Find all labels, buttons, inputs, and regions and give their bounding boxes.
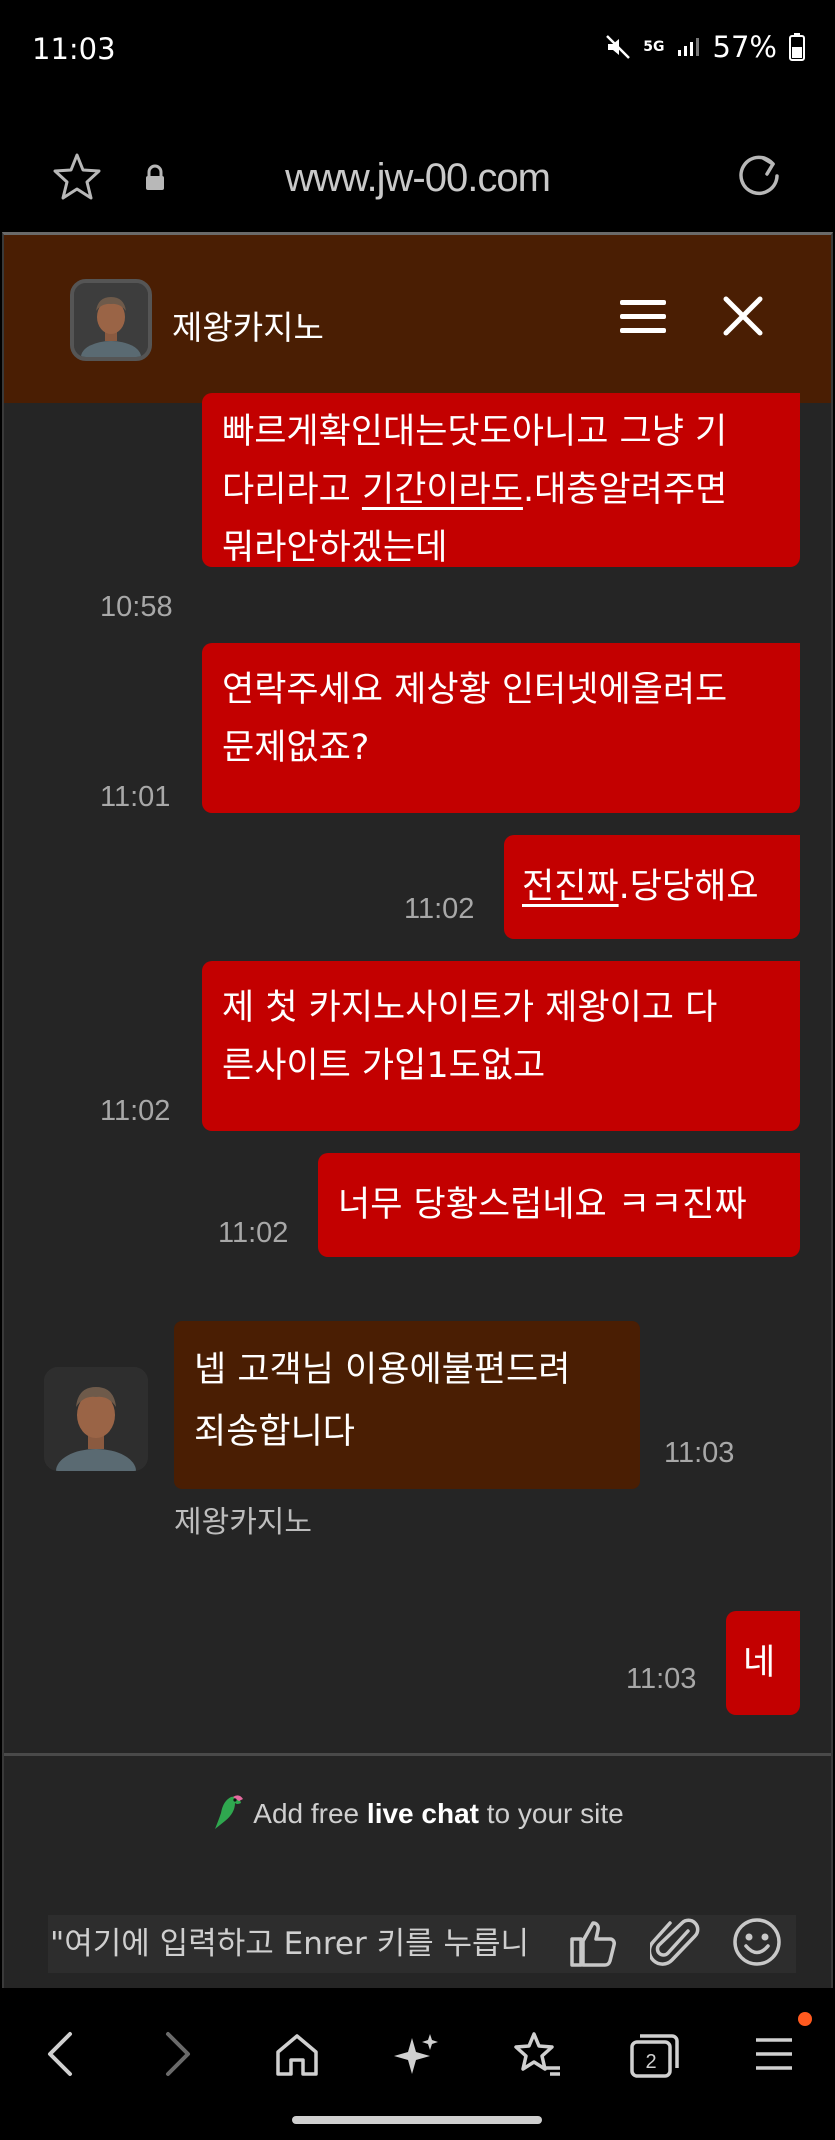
message-line: 연락주세요 제상황 인터넷에올려도 <box>222 670 728 710</box>
message-line: 문제없죠? <box>222 728 370 768</box>
notification-dot <box>798 2012 812 2026</box>
message-line: 넵 고객님 이용에불편드려 <box>194 1350 571 1390</box>
message-timestamp: 11:03 <box>626 1663 697 1695</box>
message-line: 제 첫 카지노사이트가 제왕이고 다 <box>222 988 718 1028</box>
browser-url-bar: www.jw-00.com <box>0 100 835 232</box>
message-bubble-outgoing: 연락주세요 제상황 인터넷에올려도 문제없죠? <box>202 643 800 813</box>
agent-avatar <box>44 1367 148 1471</box>
message-underlined-text: 전진짜 <box>522 867 619 907</box>
reload-icon[interactable] <box>735 152 783 204</box>
message-bubble-outgoing: 빠르게확인대는닷도아니고 그냥 기 다리라고 기간이라도.대충알려주면 뭐라안하… <box>202 393 800 568</box>
network-label: 5G <box>643 39 665 55</box>
message-timestamp: 11:01 <box>100 781 171 813</box>
avatar <box>70 279 152 361</box>
url-text[interactable]: www.jw-00.com <box>0 156 835 201</box>
mute-icon <box>605 34 631 60</box>
message-input[interactable] <box>48 1915 558 1973</box>
tabs-icon[interactable]: 2 <box>628 2024 682 2088</box>
thumbs-up-icon[interactable] <box>566 1915 618 1973</box>
home-indicator[interactable] <box>292 2116 542 2124</box>
powered-bold: live chat <box>366 1797 479 1829</box>
paperclip-icon[interactable] <box>647 1915 700 1973</box>
message-bubble-outgoing: 전진짜.당당해요 <box>504 835 800 939</box>
message-bubble-incoming: 넵 고객님 이용에불편드려 죄송합니다 <box>174 1321 640 1489</box>
battery-percent: 57% <box>712 30 777 64</box>
message-text: .당당해요 <box>618 867 759 907</box>
chat-widget: 제왕카지노 빠르게확인대는닷도아니고 그냥 기 다리라고 기간이라도.대충알려주… <box>2 232 833 1988</box>
message-text: 다리라고 <box>222 470 362 510</box>
status-time: 11:03 <box>32 32 116 66</box>
message-list: 빠르게확인대는닷도아니고 그냥 기 다리라고 기간이라도.대충알려주면 뭐라안하… <box>4 393 831 1753</box>
sparkle-icon[interactable] <box>392 2024 442 2088</box>
network-5g-icon: 5G <box>643 40 664 54</box>
emoji-icon[interactable] <box>730 1915 784 1973</box>
back-icon[interactable] <box>40 2024 80 2088</box>
chat-header: 제왕카지노 <box>4 235 831 403</box>
message-timestamp: 10:58 <box>100 591 173 623</box>
message-input-row <box>48 1915 796 1973</box>
message-timestamp: 11:02 <box>218 1217 289 1249</box>
agent-name: 제왕카지노 <box>174 1505 312 1540</box>
message-text: 네 <box>743 1643 776 1683</box>
message-line: 빠르게확인대는닷도아니고 그냥 기 <box>222 412 728 452</box>
message-bubble-outgoing: 네 <box>726 1611 800 1715</box>
bird-logo-icon <box>211 1793 245 1838</box>
chat-title: 제왕카지노 <box>172 308 324 347</box>
message-text: .대충알려주면 <box>522 470 728 510</box>
menu-icon[interactable] <box>618 297 668 341</box>
message-line: 다리라고 기간이라도.대충알려주면 <box>222 461 780 519</box>
message-line: 른사이트 가입1도없고 <box>222 1046 546 1086</box>
tabs-count: 2 <box>645 2051 656 2073</box>
powered-prefix: Add free <box>253 1797 367 1829</box>
message-bubble-outgoing: 너무 당황스럽네요 ㅋㅋ진짜 <box>318 1153 800 1257</box>
signal-icon <box>677 36 701 58</box>
forward-icon[interactable] <box>158 2024 198 2088</box>
close-icon[interactable] <box>720 293 766 343</box>
battery-icon <box>789 33 805 61</box>
nav-menu-icon[interactable] <box>752 2024 796 2088</box>
message-timestamp: 11:02 <box>404 893 475 925</box>
status-icons: 5G 57% <box>605 30 805 64</box>
powered-suffix: to your site <box>478 1797 624 1829</box>
message-text: 너무 당황스럽네요 ㅋㅋ진짜 <box>338 1185 747 1225</box>
message-timestamp: 11:02 <box>100 1095 171 1127</box>
message-timestamp: 11:03 <box>664 1437 735 1469</box>
powered-by-link[interactable]: Add free live chat to your site <box>4 1793 831 1838</box>
status-bar: 11:03 5G 57% <box>0 0 835 100</box>
divider <box>4 1753 831 1756</box>
message-line: 뭐라안하겠는데 <box>222 528 448 568</box>
message-bubble-outgoing: 제 첫 카지노사이트가 제왕이고 다 른사이트 가입1도없고 <box>202 961 800 1131</box>
bookmarks-icon[interactable] <box>510 2024 564 2088</box>
home-icon[interactable] <box>272 2024 322 2088</box>
message-line: 죄송합니다 <box>194 1412 356 1452</box>
message-underlined-text: 기간이라도 <box>361 470 523 510</box>
